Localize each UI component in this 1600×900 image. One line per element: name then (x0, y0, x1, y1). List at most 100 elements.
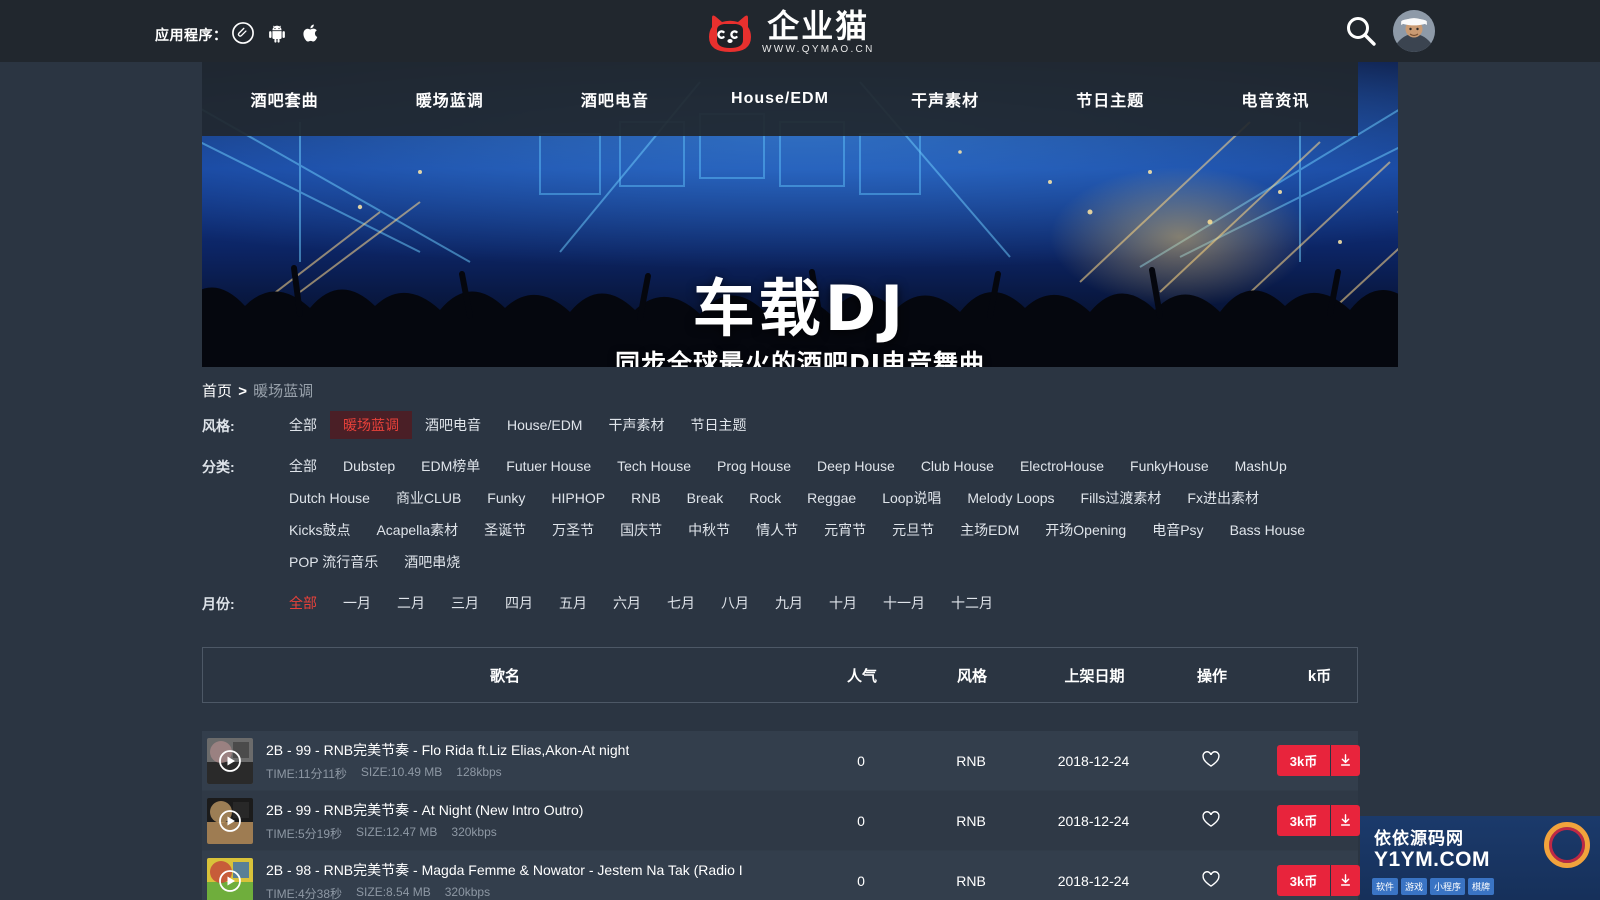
filter-option-month-3[interactable]: 三月 (438, 589, 492, 617)
filter-option-month-0[interactable]: 全部 (276, 589, 330, 617)
nav-item-1[interactable]: 暖场蓝调 (367, 87, 532, 111)
filter-values-month[interactable]: 全部 一月 二月 三月 四月 五月 六月 七月 八月 九月 十月 十一月 十二月 (276, 589, 1358, 617)
filter-option-month-4[interactable]: 四月 (492, 589, 546, 617)
coin-price-label[interactable]: 3k币 (1276, 865, 1331, 896)
play-icon[interactable] (218, 809, 242, 833)
heart-icon[interactable] (1201, 749, 1221, 769)
filter-option-category-33[interactable]: 开场Opening (1032, 516, 1139, 544)
nav-item-2[interactable]: 酒吧电音 (532, 87, 697, 111)
filter-option-category-27[interactable]: 国庆节 (607, 516, 675, 544)
filter-option-category-17[interactable]: Rock (736, 484, 794, 512)
filter-option-category-4[interactable]: Tech House (604, 452, 704, 480)
filter-option-category-7[interactable]: Club House (908, 452, 1007, 480)
nav-item-6[interactable]: 电音资讯 (1193, 87, 1358, 111)
filter-option-category-10[interactable]: MashUp (1222, 452, 1300, 480)
filter-option-category-26[interactable]: 万圣节 (539, 516, 607, 544)
filter-option-category-20[interactable]: Melody Loops (954, 484, 1067, 512)
filter-option-category-0[interactable]: 全部 (276, 452, 330, 480)
filter-option-category-16[interactable]: Break (674, 484, 737, 512)
download-button[interactable] (1330, 805, 1361, 836)
filter-option-style-4[interactable]: 干声素材 (595, 411, 677, 439)
filter-option-style-3[interactable]: House/EDM (494, 411, 595, 439)
buy-download-button[interactable]: 3k币 (1276, 805, 1361, 836)
download-button[interactable] (1330, 865, 1361, 896)
filter-values-style[interactable]: 全部 暖场蓝调 酒吧电音 House/EDM 干声素材 节日主题 (276, 411, 1358, 439)
filter-values-category[interactable]: 全部 Dubstep EDM榜单 Futuer House Tech House Prog… (276, 452, 1358, 576)
nav-item-4[interactable]: 干声素材 (863, 87, 1028, 111)
nav-item-0[interactable]: 酒吧套曲 (202, 87, 367, 111)
song-title[interactable]: 2B - 99 - RNB完美节奏 - Flo Rida ft.Liz Elia… (266, 740, 629, 760)
heart-icon[interactable] (1201, 809, 1221, 829)
filter-option-category-3[interactable]: Futuer House (493, 452, 604, 480)
filter-option-category-19[interactable]: Loop说唱 (869, 484, 954, 512)
play-icon[interactable] (218, 749, 242, 773)
filter-option-category-29[interactable]: 情人节 (743, 516, 811, 544)
filter-option-category-37[interactable]: 酒吧串烧 (391, 548, 473, 576)
filter-option-category-18[interactable]: Reggae (794, 484, 869, 512)
table-row[interactable]: 2B - 99 - RNB完美节奏 - At Night (New Intro … (202, 791, 1361, 851)
filter-option-category-8[interactable]: ElectroHouse (1007, 452, 1117, 480)
table-row[interactable]: 2B - 99 - RNB完美节奏 - Flo Rida ft.Liz Elia… (202, 731, 1361, 791)
album-thumbnail[interactable] (207, 737, 253, 784)
filter-option-style-0[interactable]: 全部 (276, 411, 330, 439)
heart-icon[interactable] (1201, 869, 1221, 889)
filter-option-style-1[interactable]: 暖场蓝调 (330, 411, 412, 439)
filter-option-category-31[interactable]: 元旦节 (879, 516, 947, 544)
filter-option-style-2[interactable]: 酒吧电音 (412, 411, 494, 439)
filter-option-category-14[interactable]: HIPHOP (538, 484, 618, 512)
play-icon[interactable] (218, 869, 242, 893)
filter-option-category-21[interactable]: Fills过渡素材 (1068, 484, 1175, 512)
filter-option-category-32[interactable]: 主场EDM (947, 516, 1032, 544)
filter-option-category-15[interactable]: RNB (618, 484, 674, 512)
filter-option-month-5[interactable]: 五月 (546, 589, 600, 617)
filter-option-category-5[interactable]: Prog House (704, 452, 804, 480)
apple-icon[interactable] (300, 22, 322, 44)
filter-option-month-8[interactable]: 八月 (708, 589, 762, 617)
app-icon-group[interactable] (232, 22, 322, 44)
filter-option-month-6[interactable]: 六月 (600, 589, 654, 617)
nav-item-5[interactable]: 节日主题 (1028, 87, 1193, 111)
android-icon[interactable] (266, 22, 288, 44)
buy-download-button[interactable]: 3k币 (1276, 865, 1361, 896)
site-logo[interactable]: 企业猫 WWW.QYMAO.CN (706, 9, 875, 56)
album-thumbnail[interactable] (207, 857, 253, 900)
filter-option-category-11[interactable]: Dutch House (276, 484, 383, 512)
filter-option-category-30[interactable]: 元宵节 (811, 516, 879, 544)
main-navigation[interactable]: 酒吧套曲 暖场蓝调 酒吧电音 House/EDM 干声素材 节日主题 电音资讯 (202, 62, 1358, 136)
filter-option-month-7[interactable]: 七月 (654, 589, 708, 617)
filter-option-category-28[interactable]: 中秋节 (675, 516, 743, 544)
filter-option-month-1[interactable]: 一月 (330, 589, 384, 617)
filter-option-category-6[interactable]: Deep House (804, 452, 908, 480)
coin-price-label[interactable]: 3k币 (1276, 805, 1331, 836)
filter-option-month-11[interactable]: 十一月 (870, 589, 938, 617)
filter-option-category-12[interactable]: 商业CLUB (383, 484, 474, 512)
filter-option-category-23[interactable]: Kicks鼓点 (276, 516, 363, 544)
user-avatar[interactable] (1393, 10, 1435, 52)
table-row[interactable]: 2B - 98 - RNB完美节奏 - Magda Femme & Nowato… (202, 851, 1361, 900)
filter-option-category-35[interactable]: Bass House (1217, 516, 1318, 544)
filter-option-category-25[interactable]: 圣诞节 (471, 516, 539, 544)
nav-item-3[interactable]: House/EDM (697, 90, 862, 108)
filter-option-category-1[interactable]: Dubstep (330, 452, 408, 480)
filter-option-category-36[interactable]: POP 流行音乐 (276, 548, 391, 576)
filter-option-style-5[interactable]: 节日主题 (677, 411, 759, 439)
filter-option-month-12[interactable]: 十二月 (938, 589, 1006, 617)
filter-option-category-2[interactable]: EDM榜单 (408, 452, 493, 480)
filter-option-category-24[interactable]: Acapella素材 (363, 516, 471, 544)
song-title[interactable]: 2B - 98 - RNB完美节奏 - Magda Femme & Nowato… (266, 860, 743, 880)
filter-option-category-9[interactable]: FunkyHouse (1117, 452, 1222, 480)
filter-option-category-13[interactable]: Funky (474, 484, 538, 512)
filter-option-month-2[interactable]: 二月 (384, 589, 438, 617)
coin-price-label[interactable]: 3k币 (1276, 745, 1331, 776)
filter-option-category-22[interactable]: Fx进出素材 (1174, 484, 1272, 512)
song-title[interactable]: 2B - 99 - RNB完美节奏 - At Night (New Intro … (266, 800, 583, 820)
filter-option-category-34[interactable]: 电音Psy (1139, 516, 1216, 544)
filter-option-month-9[interactable]: 九月 (762, 589, 816, 617)
search-icon[interactable] (1344, 14, 1378, 48)
breadcrumb-home[interactable]: 首页 (202, 383, 232, 400)
album-thumbnail[interactable] (207, 797, 253, 844)
buy-download-button[interactable]: 3k币 (1276, 745, 1361, 776)
filter-option-month-10[interactable]: 十月 (816, 589, 870, 617)
clip-icon[interactable] (232, 22, 254, 44)
download-button[interactable] (1330, 745, 1361, 776)
